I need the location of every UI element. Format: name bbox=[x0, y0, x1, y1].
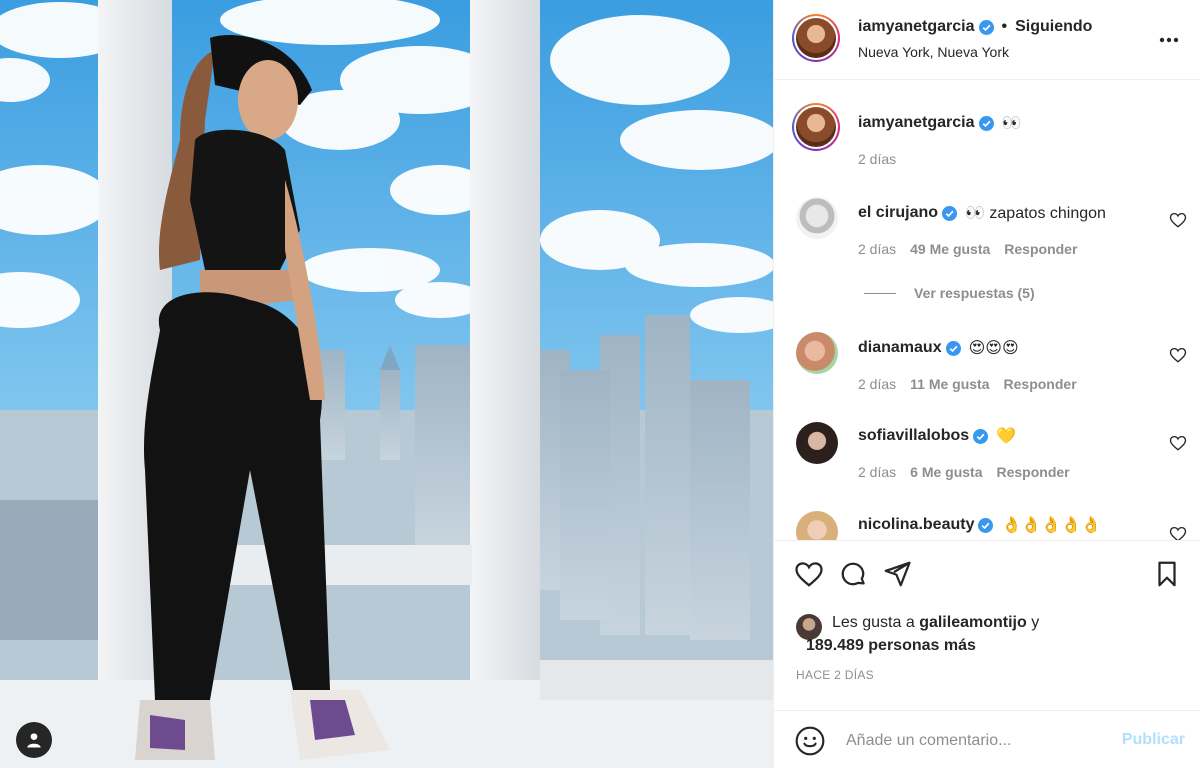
tag-user-button[interactable] bbox=[16, 722, 52, 758]
comments-list[interactable]: iamyanetgarcia 👀 2 días el cirujano 👀 za… bbox=[774, 81, 1200, 540]
comment-text: 💛 bbox=[996, 428, 1017, 445]
paper-plane-icon bbox=[884, 561, 911, 587]
comment-avatar[interactable] bbox=[796, 332, 838, 374]
verified-badge-icon bbox=[942, 205, 958, 221]
comment-likes[interactable]: 49 Me gusta bbox=[910, 241, 990, 257]
more-options-icon bbox=[1159, 37, 1179, 43]
post-location[interactable]: Nueva York, Nueva York bbox=[858, 44, 1009, 60]
comment-username[interactable]: el cirujano bbox=[858, 204, 938, 222]
verified-badge-icon bbox=[978, 517, 994, 533]
share-button[interactable] bbox=[880, 557, 914, 591]
view-replies-button[interactable]: Ver respuestas (5) bbox=[864, 285, 1035, 301]
verified-badge-icon bbox=[978, 19, 994, 35]
comment-composer: Publicar bbox=[774, 710, 1200, 768]
comment-time[interactable]: 2 días bbox=[858, 376, 896, 392]
caption-text: 👀 bbox=[1001, 115, 1022, 132]
comment-likes[interactable]: 11 Me gusta bbox=[910, 376, 989, 392]
comment-username[interactable]: dianamaux bbox=[858, 339, 942, 357]
view-replies-label: Ver respuestas (5) bbox=[914, 285, 1035, 301]
likes-conj: y bbox=[1031, 614, 1040, 631]
reply-button[interactable]: Responder bbox=[1004, 241, 1077, 257]
comment-likes[interactable]: 6 Me gusta bbox=[910, 464, 982, 480]
comment-username[interactable]: sofiavillalobos bbox=[858, 427, 969, 445]
comment-like-heart-icon[interactable] bbox=[1169, 525, 1187, 540]
publish-button[interactable]: Publicar bbox=[1122, 731, 1185, 749]
reply-button[interactable]: Responder bbox=[1004, 376, 1077, 392]
save-button[interactable] bbox=[1150, 557, 1184, 591]
author-line: iamyanetgarcia • Siguiendo bbox=[858, 18, 1092, 36]
comment-text: 😍😍😍 bbox=[968, 340, 1019, 357]
author-username[interactable]: iamyanetgarcia bbox=[858, 18, 975, 36]
verified-badge-icon bbox=[978, 115, 994, 131]
reply-button[interactable]: Responder bbox=[997, 464, 1070, 480]
author-avatar[interactable] bbox=[792, 14, 840, 62]
bookmark-icon bbox=[1158, 561, 1176, 587]
person-tag-icon bbox=[27, 733, 41, 748]
caption-time[interactable]: 2 días bbox=[858, 151, 896, 167]
comment-item: el cirujano 👀 zapatos chingon 2 días 49 … bbox=[774, 189, 1200, 269]
comment-text: 👀 zapatos chingon bbox=[965, 205, 1106, 222]
comment-like-heart-icon[interactable] bbox=[1169, 346, 1187, 364]
caption-avatar[interactable] bbox=[792, 103, 840, 151]
comment-input[interactable] bbox=[846, 725, 1106, 757]
like-button[interactable] bbox=[792, 557, 826, 591]
caption-username[interactable]: iamyanetgarcia bbox=[858, 114, 975, 132]
replies-divider-line bbox=[864, 292, 896, 294]
liker-username[interactable]: galileamontijo bbox=[919, 614, 1027, 631]
comment-time[interactable]: 2 días bbox=[858, 241, 896, 257]
comment-time[interactable]: 2 días bbox=[858, 464, 896, 480]
post-sidebar: iamyanetgarcia • Siguiendo Nueva York, N… bbox=[773, 0, 1200, 768]
comment-like-heart-icon[interactable] bbox=[1169, 434, 1187, 452]
comment-bubble-icon bbox=[841, 562, 865, 586]
more-options-button[interactable] bbox=[1155, 26, 1183, 54]
following-button[interactable]: Siguiendo bbox=[1015, 18, 1092, 36]
smiley-icon[interactable] bbox=[794, 725, 826, 757]
comment-avatar[interactable] bbox=[796, 511, 838, 540]
comment-item: nicolina.beauty 👌👌👌👌👌 bbox=[774, 503, 1200, 540]
comment-username[interactable]: nicolina.beauty bbox=[858, 516, 974, 534]
likes-count[interactable]: 189.489 personas más bbox=[806, 637, 976, 655]
post-timestamp[interactable]: HACE 2 DÍAS bbox=[796, 668, 874, 682]
separator-dot: • bbox=[1001, 18, 1008, 35]
post-actions bbox=[774, 540, 1200, 608]
comment-text: 👌👌👌👌👌 bbox=[1001, 517, 1102, 534]
instagram-post-view: iamyanetgarcia • Siguiendo Nueva York, N… bbox=[0, 0, 1200, 768]
comment-avatar[interactable] bbox=[796, 197, 838, 239]
verified-badge-icon bbox=[973, 428, 989, 444]
comment-like-heart-icon[interactable] bbox=[1169, 211, 1187, 229]
photo-illustration bbox=[0, 0, 773, 768]
comment-item: sofiavillalobos 💛 2 días 6 Me gusta Resp… bbox=[774, 414, 1200, 494]
comment-button[interactable] bbox=[836, 557, 870, 591]
comment-avatar[interactable] bbox=[796, 422, 838, 464]
post-header: iamyanetgarcia • Siguiendo Nueva York, N… bbox=[774, 0, 1200, 80]
post-photo[interactable] bbox=[0, 0, 773, 768]
comment-item: dianamaux 😍😍😍 2 días 11 Me gusta Respond… bbox=[774, 324, 1200, 404]
verified-badge-icon bbox=[945, 340, 961, 356]
heart-icon bbox=[795, 562, 823, 587]
likes-prefix: Les gusta a bbox=[832, 614, 915, 631]
